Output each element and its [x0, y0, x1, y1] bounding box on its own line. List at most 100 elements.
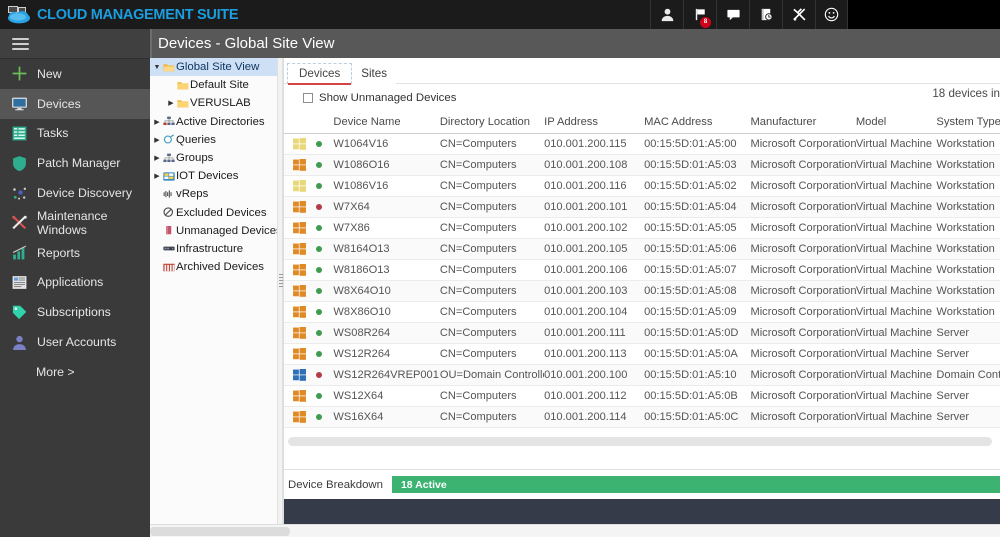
cell-ip-address: 010.001.200.101: [544, 196, 645, 218]
sidebar-item-applications[interactable]: Applications: [0, 268, 150, 298]
shield-icon: [11, 155, 28, 172]
status-indicator-icon: [316, 280, 334, 302]
cell-model: Virtual Machine: [855, 238, 937, 260]
tree-node-iot-devices[interactable]: ▶ IOT Devices: [150, 167, 281, 185]
th-system-type[interactable]: System Type: [936, 112, 1000, 134]
unmanaged-icon: [162, 225, 175, 236]
tree-node-vreps[interactable]: vReps: [150, 185, 281, 203]
cell-mac-address: 00:15:5D:01:A5:0A: [644, 343, 751, 365]
tab-devices[interactable]: Devices: [287, 63, 353, 85]
chat-icon[interactable]: [716, 0, 749, 29]
hamburger-icon: [12, 37, 29, 50]
table-horizontal-scrollbar[interactable]: [288, 437, 992, 446]
tree-node-groups[interactable]: ▶ Groups: [150, 149, 281, 167]
table-row[interactable]: WS16X64 CN=Computers 010.001.200.114 00:15:…: [284, 406, 1000, 428]
show-unmanaged-checkbox[interactable]: [303, 93, 313, 103]
site-tree-panel[interactable]: ▼ Global Site View Default Site ▶ VERUSLAB ▶ A…: [150, 58, 282, 526]
cell-device-name: W8X86O10: [333, 301, 440, 323]
chevron-right-icon[interactable]: ▶: [152, 136, 162, 144]
sidebar-item-patch-manager[interactable]: Patch Manager: [0, 148, 150, 178]
tree-node-archived-devices[interactable]: Archived Devices: [150, 258, 281, 276]
book-history-icon[interactable]: [749, 0, 782, 29]
table-row[interactable]: W1086V16 CN=Computers 010.001.200.116 00:15…: [284, 175, 1000, 197]
chevron-right-icon[interactable]: ▶: [152, 172, 162, 180]
cell-device-name: WS12R264VREP001: [333, 364, 440, 386]
tree-node-veruslab[interactable]: ▶ VERUSLAB: [150, 94, 281, 112]
tree-node-excluded-devices[interactable]: Excluded Devices: [150, 204, 281, 222]
smiley-icon[interactable]: [815, 0, 848, 29]
cell-mac-address: 00:15:5D:01:A5:09: [644, 301, 751, 323]
chevron-right-icon[interactable]: ▶: [152, 154, 162, 162]
cell-mac-address: 00:15:5D:01:A5:05: [644, 217, 751, 239]
cell-model: Virtual Machine: [855, 133, 937, 155]
table-row[interactable]: W8164O13 CN=Computers 010.001.200.105 00:15…: [284, 238, 1000, 260]
plus-icon: [11, 65, 28, 82]
person-icon: [11, 334, 28, 351]
sidebar-item-device-discovery[interactable]: Device Discovery: [0, 178, 150, 208]
sidebar: New Devices Tasks Patch Manager Device D: [0, 29, 150, 537]
cell-system-type: Workstation: [936, 133, 1000, 155]
th-manufacturer[interactable]: Manufacturer: [750, 112, 856, 134]
table-row[interactable]: WS12X64 CN=Computers 010.001.200.112 00:15:…: [284, 385, 1000, 407]
table-row[interactable]: W8X64O10 CN=Computers 010.001.200.103 00:15…: [284, 280, 1000, 302]
sidebar-item-new[interactable]: New: [0, 59, 150, 89]
window-bottom-scrollbar[interactable]: [150, 524, 1000, 537]
table-row[interactable]: W8186O13 CN=Computers 010.001.200.106 00:15…: [284, 259, 1000, 281]
table-row[interactable]: W8X86O10 CN=Computers 010.001.200.104 00:15…: [284, 301, 1000, 323]
sidebar-item-tasks[interactable]: Tasks: [0, 119, 150, 149]
sidebar-footer: [0, 524, 150, 537]
th-ip-address[interactable]: IP Address: [544, 112, 645, 134]
cell-device-name: W8X64O10: [333, 280, 440, 302]
cell-manufacturer: Microsoft Corporation: [750, 301, 856, 323]
tree-node-label: Archived Devices: [176, 261, 264, 274]
top-bar-icon-group: 8: [650, 0, 848, 29]
sidebar-item-devices[interactable]: Devices: [0, 88, 150, 119]
sidebar-item-more[interactable]: More >: [0, 357, 150, 387]
cell-ip-address: 010.001.200.104: [544, 301, 645, 323]
th-model[interactable]: Model: [855, 112, 937, 134]
sidebar-item-reports[interactable]: Reports: [0, 238, 150, 268]
table-row[interactable]: WS08R264 CN=Computers 010.001.200.111 00:15…: [284, 322, 1000, 344]
brand-logo[interactable]: CLOUD MANAGEMENT SUITE: [0, 5, 239, 25]
windows-logo-icon: [284, 238, 317, 260]
chevron-right-icon[interactable]: ▶: [152, 118, 162, 126]
cell-manufacturer: Microsoft Corporation: [750, 280, 856, 302]
cell-system-type: Workstation: [936, 238, 1000, 260]
table-row[interactable]: W7X86 CN=Computers 010.001.200.102 00:15:5D…: [284, 217, 1000, 239]
tree-node-global-site-view[interactable]: ▼ Global Site View: [150, 58, 281, 77]
th-mac-address[interactable]: MAC Address: [644, 112, 751, 134]
flag-icon[interactable]: 8: [683, 0, 716, 29]
tag-icon: [11, 304, 28, 321]
breakdown-segment-active[interactable]: 18 Active: [391, 476, 1000, 493]
cell-mac-address: 00:15:5D:01:A5:0C: [644, 406, 751, 428]
applications-icon: [11, 274, 28, 291]
chevron-right-icon[interactable]: ▶: [166, 99, 176, 107]
tree-node-queries[interactable]: ▶ Queries: [150, 131, 281, 149]
table-row[interactable]: WS12R264 CN=Computers 010.001.200.113 00:15…: [284, 343, 1000, 365]
bottom-scroll-thumb[interactable]: [150, 527, 290, 536]
table-row[interactable]: WS12R264VREP001OU=Domain Controllers010.…: [284, 364, 1000, 386]
tools-icon[interactable]: [782, 0, 815, 29]
sidebar-item-user-accounts[interactable]: User Accounts: [0, 327, 150, 357]
cell-device-name: W8186O13: [333, 259, 440, 281]
table-row[interactable]: W1086O16 CN=Computers 010.001.200.108 00:15…: [284, 154, 1000, 176]
sidebar-item-maintenance-windows[interactable]: Maintenance Windows: [0, 208, 150, 238]
chevron-down-icon[interactable]: ▼: [152, 64, 162, 71]
table-header-row: Device Name Directory Location IP Addres…: [284, 112, 1000, 134]
tree-node-infrastructure[interactable]: Infrastructure: [150, 240, 281, 258]
user-icon[interactable]: [650, 0, 683, 29]
th-directory-location[interactable]: Directory Location: [439, 112, 545, 134]
th-device-name[interactable]: Device Name: [333, 112, 440, 134]
tree-node-active-directories[interactable]: ▶ Active Directories: [150, 113, 281, 131]
cell-directory-location: CN=Computers: [439, 322, 545, 344]
tree-node-default-site[interactable]: Default Site: [150, 76, 281, 94]
tree-node-unmanaged-devices[interactable]: Unmanaged Devices: [150, 222, 281, 240]
tab-sites[interactable]: Sites: [352, 63, 397, 84]
table-row[interactable]: W1064V16 CN=Computers 010.001.200.115 00:15…: [284, 133, 1000, 155]
sidebar-item-subscriptions[interactable]: Subscriptions: [0, 297, 150, 327]
windows-logo-icon: [284, 196, 317, 218]
sidebar-item-label: Patch Manager: [37, 156, 121, 171]
sidebar-toggle[interactable]: [0, 29, 150, 59]
bar-chart-icon: [11, 244, 28, 261]
table-row[interactable]: W7X64 CN=Computers 010.001.200.101 00:15:5D…: [284, 196, 1000, 218]
